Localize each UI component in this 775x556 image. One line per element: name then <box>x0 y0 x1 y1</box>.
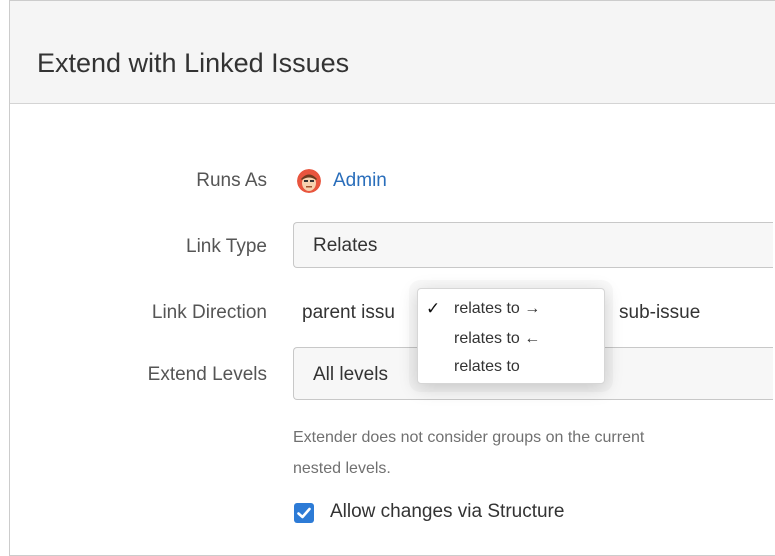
link-direction-parent-text: parent issu <box>302 302 395 323</box>
extend-levels-help-line-1: Extender does not consider groups on the… <box>293 429 645 446</box>
checkbox-checked-icon <box>297 507 311 519</box>
link-direction-option-forward[interactable]: ✓ relates to → <box>418 297 604 323</box>
extend-levels-label: Extend Levels <box>147 364 267 385</box>
extend-levels-value: All levels <box>313 364 388 385</box>
option-label: relates to ← <box>454 330 541 347</box>
option-label: relates to <box>454 358 520 375</box>
link-type-label: Link Type <box>186 236 267 257</box>
runs-as-label: Runs As <box>196 170 267 191</box>
link-direction-child-text: sub-issue <box>619 302 701 323</box>
admin-avatar-icon <box>297 169 321 193</box>
option-label: relates to → <box>454 300 541 317</box>
runs-as-admin-link[interactable]: Admin <box>333 169 387 193</box>
link-direction-option-both[interactable]: relates to <box>418 355 604 381</box>
dialog: Extend with Linked Issues <box>9 0 775 556</box>
link-type-value: Relates <box>313 235 378 256</box>
allow-changes-checkbox[interactable] <box>294 503 314 523</box>
link-direction-option-backward[interactable]: relates to ← <box>418 327 604 353</box>
checkmark-icon: ✓ <box>426 299 441 318</box>
link-direction-dropdown: ✓ relates to → relates to ← relates to <box>417 288 605 384</box>
dialog-title: Extend with Linked Issues <box>37 48 350 78</box>
link-direction-label: Link Direction <box>151 302 267 323</box>
link-type-select[interactable]: Relates <box>293 222 773 268</box>
dialog-header: Extend with Linked Issues <box>10 1 775 104</box>
extend-levels-help-line-2: nested levels. <box>293 460 391 477</box>
allow-changes-label: Allow changes via Structure <box>330 501 565 522</box>
